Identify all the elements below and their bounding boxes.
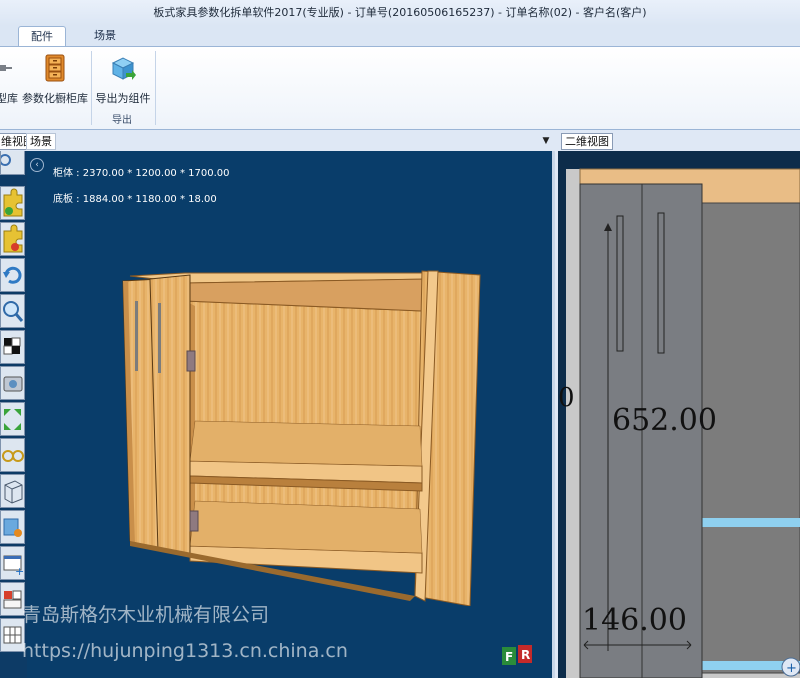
- library-icon: [0, 65, 12, 71]
- circle-icon: [0, 154, 11, 166]
- dropdown-arrow-icon[interactable]: ▼: [541, 136, 551, 146]
- ribbon-separator: [155, 51, 156, 125]
- puzzle-add-icon: [3, 188, 23, 217]
- cabinet-dimensions: 柜体 : 2370.00 * 1200.00 * 1700.00: [53, 168, 230, 179]
- material-icon: [3, 518, 22, 537]
- toolbar-button[interactable]: [0, 330, 25, 364]
- window-add-icon: +: [3, 555, 24, 578]
- camera-icon: [3, 376, 23, 392]
- ribbon-separator: [91, 51, 92, 125]
- ribbon-group-label: 导出: [112, 115, 132, 126]
- move-arrows-icon: [4, 409, 21, 430]
- ribbon: 型库 参数化橱柜库 导出为组件 导出: [0, 46, 800, 130]
- export-component-icon: [111, 57, 136, 80]
- dimension-height-label: 652.00: [612, 403, 717, 438]
- ribbon-button-export-component[interactable]: 导出为组件: [94, 53, 152, 106]
- glasses-icon: [2, 450, 24, 462]
- toolbar-button[interactable]: [0, 186, 25, 220]
- toolbar-button[interactable]: [0, 510, 25, 544]
- watermark-url: https://hujunping1313.cn.china.cn: [22, 640, 348, 662]
- toolbar-button[interactable]: [0, 438, 25, 472]
- zoom-icon: [3, 301, 24, 322]
- ribbon-button-library[interactable]: 型库: [0, 53, 22, 106]
- toolbar-button[interactable]: [0, 151, 25, 175]
- tab-accessories[interactable]: 配件: [18, 26, 66, 47]
- svg-text:R: R: [521, 648, 530, 662]
- fr-logo-icon: F R: [502, 645, 532, 665]
- collapse-toolbar-icon[interactable]: ‹: [30, 158, 44, 172]
- edge-partial-label: 0: [558, 383, 575, 413]
- layout-icon: [3, 590, 22, 609]
- toolbar-button[interactable]: +: [0, 546, 25, 580]
- ribbon-tabs: 配件 场景: [0, 26, 800, 47]
- cabinet-drawers-icon: [45, 54, 65, 82]
- watermark-company: 青岛斯格尔木业机械有限公司: [22, 604, 270, 626]
- checker-icon: [3, 337, 21, 355]
- cabinet-3d-model: [122, 270, 481, 606]
- toolbar-button[interactable]: [0, 294, 25, 328]
- tab-scene[interactable]: 场景: [82, 26, 128, 47]
- view-toolbar: +: [0, 151, 27, 678]
- ribbon-button-param-cabinet-library[interactable]: 参数化橱柜库: [22, 53, 88, 106]
- svg-text:+: +: [15, 565, 24, 578]
- 2d-viewport[interactable]: + 652.00 146.00 0: [558, 151, 800, 678]
- dimension-bottom-label: 146.00: [582, 603, 687, 638]
- toolbar-button[interactable]: [0, 474, 25, 508]
- ribbon-button-label: 参数化橱柜库: [22, 92, 88, 105]
- puzzle-remove-icon: [3, 224, 23, 253]
- toolbar-button[interactable]: [0, 366, 25, 400]
- tab-2d-view[interactable]: 二维视图: [561, 133, 613, 150]
- grid-icon: [3, 626, 22, 644]
- ribbon-button-label: 型库: [0, 92, 18, 105]
- svg-text:F: F: [505, 650, 513, 664]
- ribbon-button-label: 导出为组件: [95, 92, 151, 105]
- window-title: 板式家具参数化拆单软件2017(专业版) - 订单号(2016050616523…: [0, 0, 800, 26]
- wireframe-icon: [4, 480, 23, 504]
- rotate-icon: [3, 266, 22, 284]
- panel-tab-strip: 维视图 场景 ▼ 二维视图: [0, 131, 800, 151]
- bottom-board-dimensions: 底板 : 1884.00 * 1180.00 * 18.00: [53, 194, 217, 205]
- tab-scene-panel[interactable]: 场景: [26, 133, 56, 150]
- toolbar-button[interactable]: [0, 222, 25, 256]
- 3d-viewport[interactable]: + ‹ 柜体 : 2370.00 * 1200.00 * 1700.00 底板 …: [0, 151, 555, 678]
- toolbar-button[interactable]: [0, 258, 25, 292]
- svg-text:+: +: [786, 661, 797, 676]
- toolbar-button[interactable]: [0, 402, 25, 436]
